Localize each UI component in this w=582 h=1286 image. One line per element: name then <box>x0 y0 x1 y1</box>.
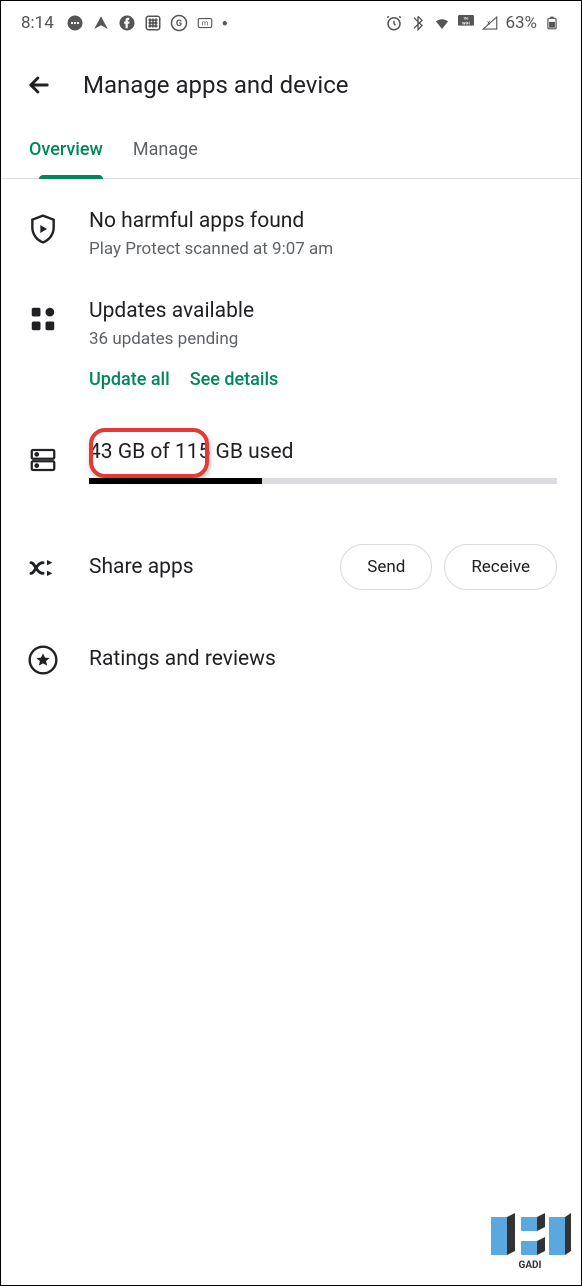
storage-section[interactable]: 43 GB of 115 GB used <box>25 440 557 484</box>
play-protect-section[interactable]: No harmful apps found Play Protect scann… <box>25 209 557 259</box>
storage-icon <box>25 442 61 478</box>
protect-subtitle: Play Protect scanned at 9:07 am <box>89 239 557 259</box>
svg-text:GADI: GADI <box>519 1260 542 1271</box>
updates-subtitle: 36 updates pending <box>89 329 557 349</box>
storage-progress <box>89 478 557 484</box>
g-icon: G <box>170 14 188 32</box>
bluetooth-icon <box>409 14 427 32</box>
chat-icon <box>66 14 84 32</box>
ratings-section[interactable]: Ratings and reviews <box>25 640 557 678</box>
back-button[interactable] <box>25 71 53 99</box>
grid-icon <box>144 14 162 32</box>
send-button[interactable]: Send <box>340 544 432 590</box>
battery-percent: 63% <box>505 13 537 33</box>
receive-button[interactable]: Receive <box>444 544 557 590</box>
shield-icon <box>25 211 61 247</box>
see-details-button[interactable]: See details <box>190 369 279 390</box>
storage-progress-fill <box>89 478 262 484</box>
signal-icon: x <box>481 14 499 32</box>
svg-text:WiFi: WiFi <box>463 20 471 25</box>
m-icon: m <box>196 14 214 32</box>
page-title: Manage apps and device <box>83 71 348 99</box>
tabs: Overview Manage <box>1 119 581 179</box>
star-icon <box>25 642 61 678</box>
protect-title: No harmful apps found <box>89 209 557 233</box>
content: No harmful apps found Play Protect scann… <box>1 179 581 708</box>
share-section: Share apps Send Receive <box>25 544 557 590</box>
tab-manage[interactable]: Manage <box>133 139 198 178</box>
status-time: 8:14 <box>21 13 54 33</box>
wifi-icon <box>433 14 451 32</box>
alarm-icon <box>385 14 403 32</box>
apps-icon <box>25 301 61 337</box>
facebook-icon <box>118 14 136 32</box>
svg-text:m: m <box>201 18 208 27</box>
svg-text:G: G <box>176 19 182 29</box>
watermark-logo: GADI <box>485 1211 575 1271</box>
storage-text: 43 GB of 115 GB used <box>89 440 557 464</box>
header: Manage apps and device <box>1 41 581 119</box>
tab-overview[interactable]: Overview <box>29 139 103 178</box>
dot-icon: ● <box>222 18 228 29</box>
triangle-icon <box>92 14 110 32</box>
battery-icon <box>543 14 561 32</box>
vowifi-icon: VoWiFi <box>457 14 475 32</box>
status-bar: 8:14 G m ● VoWiFi <box>1 1 581 41</box>
ratings-title: Ratings and reviews <box>89 647 276 671</box>
update-all-button[interactable]: Update all <box>89 369 170 390</box>
share-title: Share apps <box>89 555 312 579</box>
status-right: VoWiFi x 63% <box>385 13 561 33</box>
share-icon <box>25 550 61 586</box>
updates-section: Updates available 36 updates pending Upd… <box>25 299 557 390</box>
updates-title: Updates available <box>89 299 557 323</box>
status-left: 8:14 G m ● <box>21 13 228 33</box>
